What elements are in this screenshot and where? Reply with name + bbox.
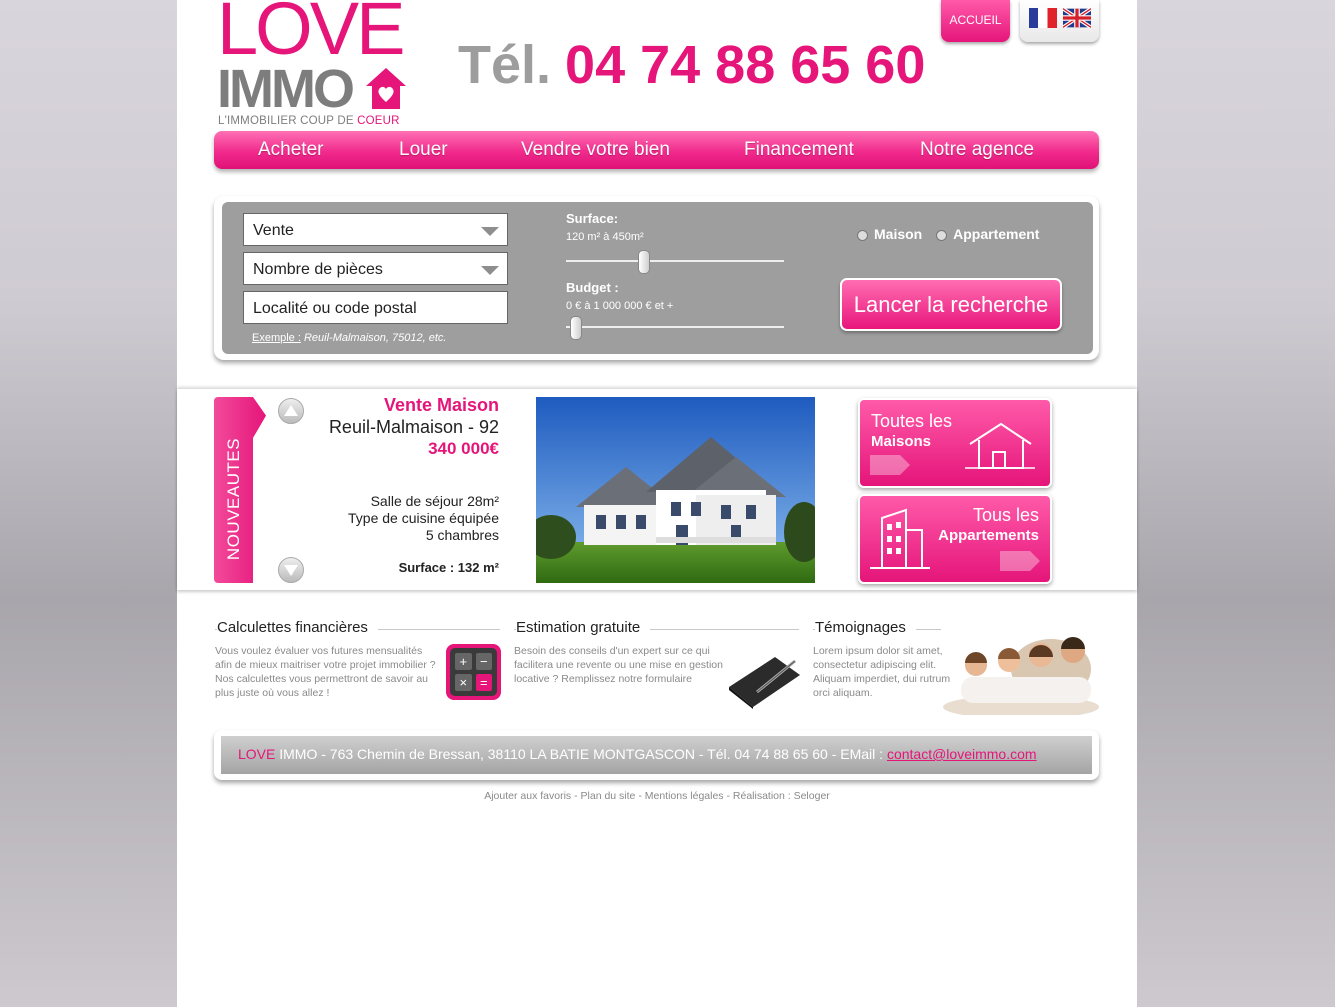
- link-favoris[interactable]: Ajouter aux favoris: [484, 790, 571, 802]
- rooms-select-value: Nombre de pièces: [253, 261, 383, 278]
- calculators-block[interactable]: Calculettes financières Vous voulez éval…: [215, 619, 501, 719]
- nav-item-agence[interactable]: Notre agence: [920, 131, 1034, 169]
- all-houses-line1: Toutes les: [871, 411, 953, 431]
- notebook-pen-icon: [729, 657, 800, 709]
- all-houses-line2: Maisons: [871, 433, 932, 450]
- logo-immo-text: IMMO: [217, 59, 355, 119]
- arrow-up-icon[interactable]: [278, 398, 304, 424]
- search-panel: Vente Nombre de pièces Localité ou code …: [214, 196, 1099, 360]
- calculator-key: ×: [455, 674, 472, 691]
- all-apartments-line2: Appartements: [938, 527, 1039, 544]
- rooms-select[interactable]: Nombre de pièces: [243, 252, 508, 285]
- budget-range: 0 € à 1 000 000 € et +: [566, 300, 674, 312]
- calculator-key: +: [455, 653, 472, 670]
- estimation-block[interactable]: Estimation gratuite Besoin des conseils …: [514, 619, 800, 719]
- arrow-right-icon: [1000, 551, 1040, 571]
- listing-surface: Surface : 132 m²: [398, 560, 499, 575]
- nav-item-louer[interactable]: Louer: [399, 131, 448, 169]
- search-panel-inner: Vente Nombre de pièces Localité ou code …: [222, 202, 1093, 354]
- property-type-options: Maison Appartement: [857, 226, 1039, 242]
- chevron-down-icon: [481, 266, 499, 275]
- calculators-title[interactable]: Calculettes financières: [217, 619, 378, 636]
- french-flag-icon[interactable]: [1029, 8, 1057, 28]
- link-plan-du-site[interactable]: Plan du site: [581, 790, 636, 802]
- testimonials-text: Lorem ipsum dolor sit amet, consectetur …: [813, 645, 951, 699]
- calculator-key: =: [475, 674, 492, 691]
- phone-banner: Tél. 04 74 88 65 60: [458, 38, 925, 92]
- building-outline-icon: [870, 508, 930, 569]
- footer-brand: LOVE: [238, 746, 276, 762]
- nouveautes-label: NOUVEAUTES: [224, 438, 243, 561]
- logo-love-text: LOVE: [217, 0, 405, 70]
- radio-appartement[interactable]: Appartement: [936, 226, 1039, 242]
- chevron-down-icon: [481, 227, 499, 236]
- surface-slider[interactable]: [566, 260, 784, 262]
- calculator-icon: + − × =: [446, 644, 501, 700]
- location-example: Exemple : Reuil-Malmaison, 75012, etc.: [252, 332, 447, 344]
- search-button[interactable]: Lancer la recherche: [840, 278, 1062, 331]
- listing-title[interactable]: Vente Maison: [384, 395, 499, 416]
- location-input-placeholder: Localité ou code postal: [253, 300, 417, 317]
- footer: LOVE IMMO - 763 Chemin de Bressan, 38110…: [214, 730, 1099, 780]
- house-photo[interactable]: [536, 397, 815, 583]
- phone-number: 04 74 88 65 60: [565, 35, 926, 95]
- uk-flag-icon[interactable]: [1063, 8, 1091, 28]
- budget-slider[interactable]: [566, 326, 784, 328]
- language-tab: [1020, 0, 1099, 42]
- logo-tagline: L'IMMOBILIER COUP DE COEUR: [218, 115, 400, 127]
- footer-contact: LOVE IMMO - 763 Chemin de Bressan, 38110…: [221, 736, 1092, 774]
- calculators-text: Vous voulez évaluer vos futures mensuali…: [215, 645, 436, 699]
- location-input[interactable]: Localité ou code postal: [243, 291, 508, 324]
- transaction-select-value: Vente: [253, 222, 294, 239]
- logo[interactable]: LOVE IMMO L'IMMOBILIER COUP DE COEUR: [217, 0, 412, 130]
- nav-item-vendre[interactable]: Vendre votre bien: [521, 131, 670, 169]
- house-heart-icon: [366, 68, 406, 109]
- estimation-title[interactable]: Estimation gratuite: [516, 619, 651, 636]
- featured-band: NOUVEAUTES Vente Maison Reuil-Malmaison …: [177, 389, 1137, 590]
- surface-range: 120 m² à 450m²: [566, 231, 644, 243]
- listing-city: Reuil-Malmaison - 92: [328, 417, 499, 437]
- radio-maison[interactable]: Maison: [857, 226, 922, 242]
- link-mentions-legales[interactable]: Mentions légales: [645, 790, 724, 802]
- estimation-text: Besoin des conseils d'un expert sur ce q…: [514, 645, 723, 685]
- footer-email-link[interactable]: contact@loveimmo.com: [887, 746, 1037, 762]
- budget-slider-handle[interactable]: [570, 316, 583, 340]
- home-tab[interactable]: ACCUEIL: [941, 0, 1010, 42]
- arrow-down-icon[interactable]: [278, 557, 304, 583]
- nav-item-financement[interactable]: Financement: [744, 131, 854, 169]
- listing-price: 340 000€: [428, 439, 499, 458]
- all-apartments-line1: Tous les: [972, 505, 1039, 525]
- family-photo: [941, 629, 1099, 715]
- radio-icon: [936, 229, 948, 241]
- calculator-key: −: [475, 653, 492, 670]
- page: LOVE IMMO L'IMMOBILIER COUP DE COEUR Tél…: [177, 0, 1137, 1007]
- testimonials-block[interactable]: Témoignages Lorem ipsum dolor sit amet, …: [813, 619, 1099, 719]
- budget-label: Budget :: [566, 280, 619, 295]
- house-outline-icon: [965, 422, 1035, 469]
- surface-slider-handle[interactable]: [638, 250, 651, 274]
- listing-features: Salle de séjour 28m² Type de cuisine équ…: [348, 493, 499, 543]
- phone-label: Tél.: [458, 35, 552, 95]
- radio-icon: [857, 229, 868, 241]
- all-houses-button[interactable]: Toutes les Maisons: [858, 398, 1052, 488]
- footer-links: Ajouter aux favoris - Plan du site - Men…: [484, 790, 830, 802]
- main-nav: Acheter Louer Vendre votre bien Financem…: [214, 131, 1099, 169]
- arrow-right-icon: [870, 455, 910, 475]
- surface-label: Surface:: [566, 211, 619, 226]
- transaction-select[interactable]: Vente: [243, 213, 508, 246]
- nouveautes-tab: NOUVEAUTES: [214, 397, 266, 583]
- nav-item-acheter[interactable]: Acheter: [258, 131, 323, 169]
- testimonials-title[interactable]: Témoignages: [815, 619, 916, 636]
- link-realisation[interactable]: Réalisation : Seloger: [733, 790, 830, 802]
- footer-address: IMMO - 763 Chemin de Bressan, 38110 LA B…: [275, 746, 887, 762]
- all-apartments-button[interactable]: Tous les Appartements: [858, 494, 1052, 584]
